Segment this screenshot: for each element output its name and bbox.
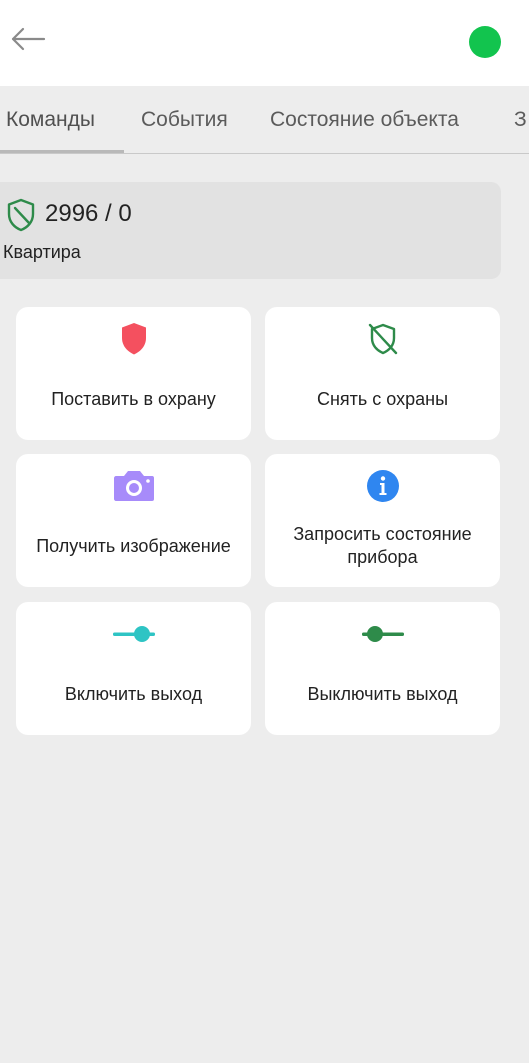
top-bar [0,0,529,86]
disarm-button-label: Снять с охраны [316,388,449,409]
arrow-left-icon [10,27,46,56]
connection-status-indicator [469,26,501,58]
toggle-off-icon [265,616,500,652]
tab-commands[interactable]: Команды [6,86,95,153]
object-summary-card: 2996 / 0 Квартира [0,182,501,279]
tab-object-state[interactable]: Состояние объекта [270,86,459,153]
object-number: 2996 / 0 [45,200,132,227]
tab-more[interactable]: З [514,86,527,153]
shield-off-icon [6,198,36,237]
get-image-button[interactable]: Получить изображение [16,454,251,587]
arm-button-label: Поставить в охрану [51,388,216,409]
request-device-state-label: Запросить состояние прибора [293,524,472,567]
shield-off-icon [265,321,500,357]
arm-button[interactable]: Поставить в охрану [16,307,251,440]
info-icon [265,468,500,504]
shield-icon [16,321,251,357]
output-off-label: Выключить выход [307,683,458,704]
back-button[interactable] [8,24,48,58]
output-on-label: Включить выход [64,683,203,704]
output-on-button[interactable]: Включить выход [16,602,251,735]
camera-icon [16,468,251,504]
app-screen: Команды События Состояние объекта З 2996… [0,0,529,1063]
disarm-button[interactable]: Снять с охраны [265,307,500,440]
request-device-state-button[interactable]: Запросить состояние прибора [265,454,500,587]
tab-bar: Команды События Состояние объекта З [0,86,529,154]
object-name: Квартира [3,242,81,262]
tab-events[interactable]: События [141,86,228,153]
toggle-on-icon [16,616,251,652]
get-image-button-label: Получить изображение [36,535,231,556]
active-tab-indicator [0,150,124,153]
output-off-button[interactable]: Выключить выход [265,602,500,735]
